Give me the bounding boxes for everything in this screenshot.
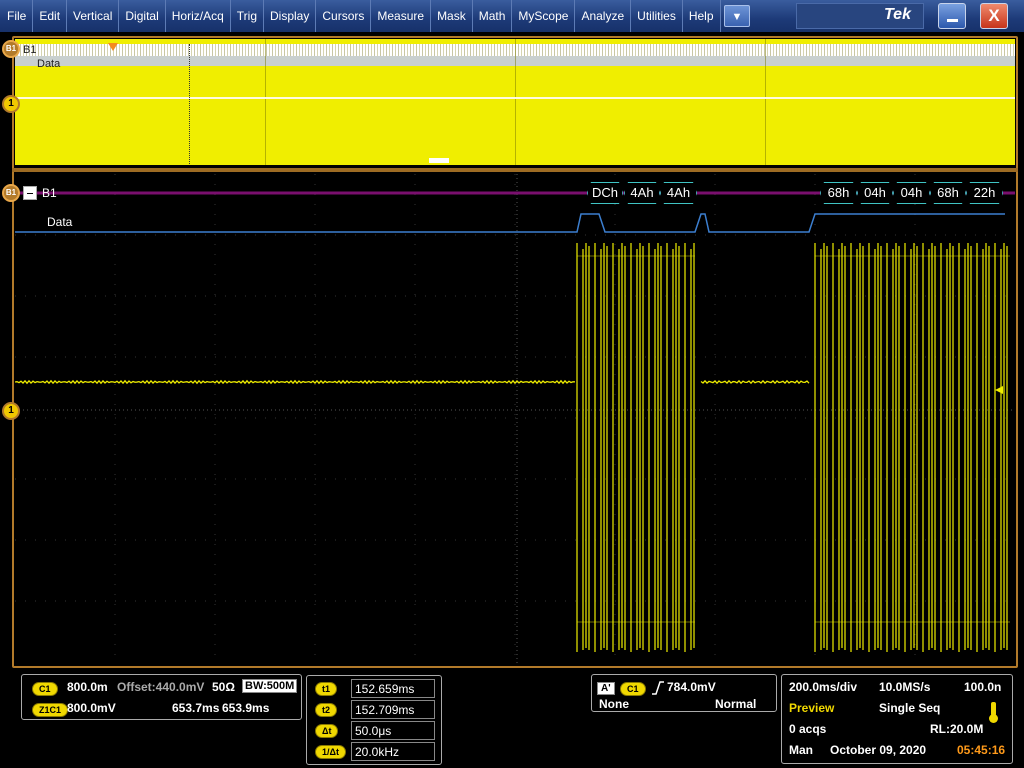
main-ch1-marker[interactable]: 1 [2,402,20,420]
zoom-scale: 800.0mV [67,701,116,715]
zoom-start-time: 653.7ms [172,701,220,715]
cursor-t1-value: 152.659ms [351,679,435,698]
packet-label: 04h [893,182,930,204]
time: 05:45:16 [957,743,1006,757]
ch1-badge[interactable]: C1 [32,681,58,696]
menu-measure[interactable]: Measure [371,0,432,32]
main-data-label: Data [47,215,73,229]
thermometer-icon [989,702,998,723]
chevron-down-icon: ▼ [731,11,743,23]
acq-count: 0 acqs [789,722,827,736]
overview-b1-marker[interactable]: B1 [2,40,20,58]
signal-trace [700,379,810,385]
menu-display[interactable]: Display [264,0,317,32]
cursor-delta-label: Δt [315,724,339,738]
main-b1-marker[interactable]: B1 [2,184,20,202]
trigger-mode-short: Man [789,743,813,757]
brand-logo: Tek [884,6,911,23]
rising-edge-icon [652,681,664,695]
packet-label: 22h [966,182,1003,204]
ch1-impedance: 50Ω [212,680,235,694]
overview-level-line [15,97,1015,99]
packet-label: 4Ah [660,182,697,204]
close-button[interactable]: X [980,3,1008,29]
overview-bus-label: B1 [23,44,37,56]
trigger-source-badge: C1 [620,682,646,696]
menu-utilities[interactable]: Utilities [631,0,683,32]
cursor-t2-value: 152.709ms [351,700,435,719]
zoom-end-time: 653.9ms [222,701,270,715]
menu-analyze[interactable]: Analyze [575,0,632,32]
sample-rate: 10.0MS/s [879,680,931,694]
date: October 09, 2020 [830,743,927,757]
cursor-t1-label: t1 [315,682,338,696]
bus-collapse-icon[interactable] [23,186,37,200]
cursor-delta-value: 50.0μs [351,721,435,740]
overview-cursor-line[interactable] [189,44,190,164]
menu-trig[interactable]: Trig [231,0,264,32]
cursor-freq-value: 20.0kHz [351,742,435,761]
menu-myscope[interactable]: MyScope [512,0,576,32]
overview-gridline [265,39,266,165]
menu-horiz-acq[interactable]: Horiz/Acq [166,0,231,32]
trigger-readout-panel[interactable]: A' C1 784.0mV None Normal [591,674,777,712]
trigger-position-icon[interactable] [108,43,118,51]
overview-gridline [765,39,766,165]
timebase: 200.0ms/div [789,680,858,694]
overview-data-label: Data [37,58,61,70]
channel-readout-panel[interactable]: C1 800.0m Offset:440.0mV 50Ω BW:500M Z1C… [21,674,302,720]
zoom-ch1-badge[interactable]: Z1C1 [32,702,69,717]
menu-help[interactable]: Help [683,0,721,32]
cursor-row-t2: t2 152.709ms [307,700,437,720]
trigger-coupling: None [599,697,629,711]
packet-label: 4Ah [624,182,660,204]
main-bus-label: B1 [42,186,57,200]
acquisition-readout-panel[interactable]: 200.0ms/div 10.0MS/s 100.0n Preview Sing… [781,674,1013,764]
overview-ch1-marker[interactable]: 1 [2,95,20,113]
waveform-plot [15,174,1015,664]
cursor-t2-label: t2 [315,703,338,717]
reference-arrow [995,386,1003,394]
minimize-button[interactable] [938,3,966,29]
ch1-offset: Offset:440.0mV [117,680,205,694]
cursor-readout-panel[interactable]: t1 152.659ms t2 152.709ms Δt 50.0μs 1/Δt… [306,675,442,765]
packet-label: 68h [930,182,966,204]
menu-cursors[interactable]: Cursors [316,0,372,32]
cursor-freq-label: 1/Δt [315,745,346,759]
sequence-mode: Single Seq [879,701,941,715]
trigger-level: 784.0mV [667,680,716,694]
signal-trace [15,379,576,385]
cursor-row-delta: Δt 50.0μs [307,721,437,741]
menu-digital[interactable]: Digital [119,0,166,32]
menu-vertical[interactable]: Vertical [67,0,120,32]
trigger-a-label: A' [597,682,615,695]
menu-dropdown-button[interactable]: ▼ [724,5,750,27]
cursor-row-t1: t1 152.659ms [307,679,437,699]
trigger-mode: Normal [715,697,757,711]
packet-label: 04h [857,182,893,204]
bandwidth-badge: BW:500M [242,679,298,693]
menu-edit[interactable]: Edit [33,0,68,32]
menu-mask[interactable]: Mask [431,0,473,32]
menu-file[interactable]: File [0,0,34,32]
menu-math[interactable]: Math [473,0,513,32]
packet-label: DCh [587,182,623,204]
packet-label: 68h [820,182,857,204]
acq-mode: Preview [789,701,835,715]
close-icon: X [988,6,1000,25]
record-length: RL:20.0M [930,722,984,736]
overview-gridline [515,39,516,165]
ch1-scale: 800.0m [67,680,108,694]
main-waveform-area[interactable] [15,174,1015,664]
resolution: 100.0n [964,680,1002,694]
cursor-row-freq: 1/Δt 20.0kHz [307,742,437,762]
pane-divider[interactable] [12,168,1018,172]
data-trace [15,213,1005,233]
zoom-window-marker[interactable] [429,158,449,163]
